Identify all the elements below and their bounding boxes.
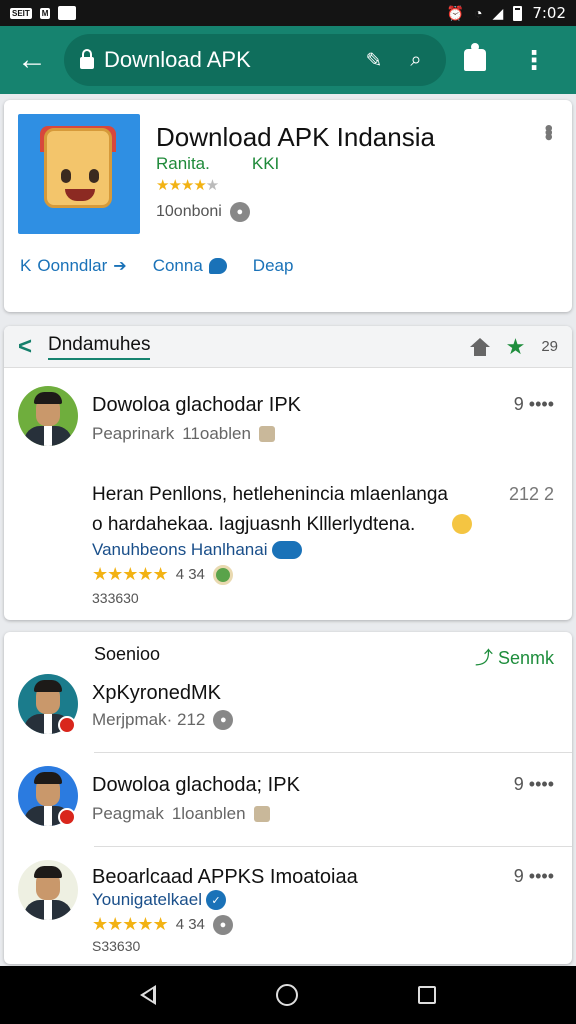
avatar[interactable] (18, 386, 78, 446)
similar-item-name[interactable]: Dowoloa glachoda; IPK (92, 774, 300, 797)
app-title: Download APK Indansia (156, 122, 435, 152)
action-deap[interactable]: Deap (253, 256, 294, 276)
review-stars-value: 4 34 (175, 566, 205, 583)
similar-item-meta: Peagmak (92, 804, 164, 823)
similar-item-footer-number: S33630 (92, 938, 141, 954)
translate-badge-icon[interactable] (271, 541, 302, 559)
alarm-icon: ⏰ (446, 4, 465, 21)
developer-name[interactable]: Ranita. (156, 154, 210, 174)
emoji-icon (452, 514, 472, 534)
review-body-line2: o hardahekaa. Iagjuasnh Klllerlydtena. (92, 514, 416, 535)
star-icon[interactable]: ★ (506, 334, 526, 360)
reviews-card: < Dndamuhes ★ 29 Dowoloa glachodar IPK 9… (4, 326, 572, 620)
downloads-count: 10onboni (156, 203, 222, 220)
reviews-count: 29 (541, 338, 558, 355)
similar-item-meta-right: 1loanblen (171, 804, 246, 823)
review-meta-right: 11oablen (182, 424, 251, 443)
thumbs-up-icon[interactable] (258, 426, 275, 442)
chat-bubble-icon (208, 258, 227, 274)
notification-dot-icon (58, 716, 76, 734)
status-bar: SEIT M ⏰ ◔ ◢ 7:02 (0, 0, 576, 26)
url-text: Download APK (104, 47, 251, 72)
search-icon[interactable]: ⌕ (398, 42, 434, 78)
similar-item-meta: Merjpmak· 212 (92, 710, 206, 729)
nav-back-icon[interactable] (140, 985, 156, 1005)
similar-item-rating: 9 •••• (513, 774, 554, 794)
similar-item-stars-value: 4 34 (175, 916, 205, 933)
nav-home-icon[interactable] (276, 984, 298, 1006)
action-prefix: K (20, 256, 32, 275)
info-icon[interactable]: ● (212, 914, 233, 935)
translate-icon[interactable]: ✎ (356, 42, 392, 78)
similar-item-name[interactable]: XpKyronedMK (92, 682, 221, 705)
extension-icon[interactable] (446, 26, 504, 94)
url-bar[interactable]: Download APK ✎ ⌕ (64, 34, 446, 86)
review-body-line1: Heran Penllons, hetlehenincia mlaenlanga (92, 484, 448, 505)
similar-item-name[interactable]: Beoarlcaad APPKS Imoatoiaa (92, 866, 358, 889)
translate-link[interactable]: Vanuhbeons Hanlhanai (92, 540, 268, 560)
review-author[interactable]: Dowoloa glachodar IPK (92, 394, 301, 417)
similar-title: Soenioo (94, 644, 161, 664)
notification-dot-icon (58, 808, 76, 826)
home-icon[interactable] (469, 337, 490, 356)
divider (94, 752, 572, 753)
review-meta-left: Peaprinark (92, 424, 175, 443)
see-more-link[interactable]: ⤴ Senmk (475, 644, 554, 670)
app-icon[interactable] (18, 114, 140, 234)
action-connect[interactable]: Conna (153, 256, 203, 276)
chevron-left-icon[interactable]: < (18, 333, 32, 361)
wifi-icon: ◔ (474, 5, 483, 21)
reaction-icon[interactable] (212, 564, 233, 585)
notification-icon (58, 6, 77, 20)
info-icon[interactable]: ● (213, 710, 234, 730)
clock: 7:02 (532, 4, 566, 22)
similar-item-rating: 9 •••• (513, 866, 554, 886)
similar-item-meta[interactable]: Younigatelkael (92, 890, 202, 910)
similar-item-stars: ★★★★★ (92, 914, 169, 934)
review-body-number: 212 2 (508, 484, 554, 504)
back-arrow-icon[interactable]: ← (0, 26, 64, 94)
arrow-right-icon: ➔ (113, 258, 127, 275)
gmail-icon: M (39, 7, 51, 19)
avatar[interactable] (18, 860, 78, 920)
similar-apps-card: Soenioo ⤴ Senmk XpKyronedMK Merjpmak· 21… (4, 632, 572, 964)
system-nav-bar (0, 966, 576, 1024)
card-overflow-icon[interactable]: ••• (535, 124, 562, 137)
action-download[interactable]: Oonndlar (37, 256, 107, 276)
review-rating: 9 •••• (513, 394, 554, 414)
see-more-icon: ⤴ (474, 648, 498, 668)
developer-tag: KKI (251, 154, 280, 173)
review-stars: ★★★★★ (92, 564, 169, 584)
review-footer-number: 333630 (92, 590, 139, 606)
reviews-header: < Dndamuhes ★ 29 (4, 326, 572, 368)
signal-icon: ◢ (492, 4, 504, 21)
app-rating-stars: ★★★★★ (156, 177, 219, 194)
divider (94, 846, 572, 847)
app-bar: ← Download APK ✎ ⌕ ⋮ (0, 26, 576, 94)
info-icon[interactable]: ● (229, 202, 250, 222)
notification-badge-1: SEIT (10, 7, 32, 19)
battery-icon (513, 5, 523, 21)
lock-icon (80, 49, 94, 69)
see-more-label: Senmk (497, 648, 554, 668)
overflow-menu-icon[interactable]: ⋮ (504, 26, 564, 94)
thumbs-up-icon[interactable] (253, 806, 270, 822)
reviews-title[interactable]: Dndamuhes (48, 334, 151, 360)
app-info-card: Download APK Indansia Ranita. KKI ★★★★★ … (4, 100, 572, 312)
nav-recents-icon[interactable] (418, 986, 436, 1004)
verified-icon: ✓ (205, 890, 226, 910)
